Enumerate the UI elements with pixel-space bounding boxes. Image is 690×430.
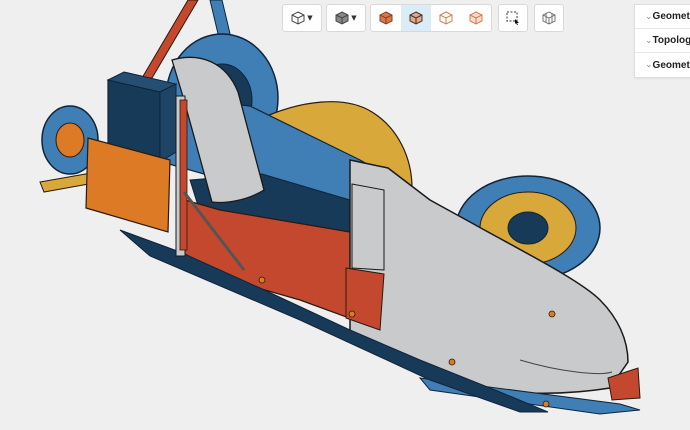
roll-hoop-bar-2 <box>179 99 188 251</box>
transparent-button[interactable] <box>461 5 491 31</box>
fastener <box>542 400 550 408</box>
battery-box-side <box>159 83 177 163</box>
chevron-down-icon: ▼ <box>307 14 313 22</box>
race-car-model[interactable] <box>0 0 690 430</box>
fastener <box>448 358 456 366</box>
mesh-group <box>534 4 564 32</box>
view-cube-icon <box>291 11 305 25</box>
selection-group <box>498 4 528 32</box>
properties-panel: ⌄ Geometry ⌄ Topology ⌄ Geometry <box>634 4 690 78</box>
panel-item-label: Topology <box>652 35 690 46</box>
fastener <box>348 310 356 318</box>
fastener <box>258 276 266 284</box>
solid-faces-button[interactable] <box>371 5 401 31</box>
panel-item-label: Geometry <box>652 11 690 22</box>
solid-faces-icon <box>379 11 393 25</box>
wireframe-button[interactable] <box>431 5 461 31</box>
panel-item-geometry[interactable]: ⌄ Geometry <box>635 5 690 29</box>
fastener <box>548 310 556 318</box>
chevron-down-icon: ⌄ <box>645 60 653 70</box>
panel-item-topology[interactable]: ⌄ Topology <box>635 29 690 53</box>
front-wheel-hub <box>507 211 549 245</box>
3d-viewport[interactable]: ▼ ▼ ⌄ Geomet ⌄ Topolo ⌄ Geomet <box>0 0 690 430</box>
panel-item-geometry-2[interactable]: ⌄ Geometry <box>635 53 690 77</box>
render-mode-group <box>370 4 492 32</box>
panel-item-label: Geometry <box>652 59 690 71</box>
mesh-cube-icon <box>542 11 556 25</box>
wireframe-icon <box>439 11 453 25</box>
solid-edges-button[interactable] <box>401 5 431 31</box>
chevron-down-icon: ⌄ <box>645 35 653 46</box>
rear-suspension-center <box>55 122 85 158</box>
solid-edges-icon <box>409 11 423 25</box>
shading-mode-icon <box>335 11 349 25</box>
chevron-down-icon: ▼ <box>351 14 357 22</box>
box-select-button[interactable] <box>499 5 527 31</box>
mesh-view-button[interactable] <box>535 5 563 31</box>
door-panel <box>351 183 385 271</box>
view-cube-group: ▼ <box>282 4 322 32</box>
shading-group: ▼ <box>326 4 366 32</box>
box-select-icon <box>506 11 520 25</box>
shading-mode-dropdown[interactable]: ▼ <box>327 5 365 31</box>
view-cube-dropdown[interactable]: ▼ <box>283 5 321 31</box>
chevron-down-icon: ⌄ <box>645 11 653 22</box>
transparent-icon <box>469 11 483 25</box>
